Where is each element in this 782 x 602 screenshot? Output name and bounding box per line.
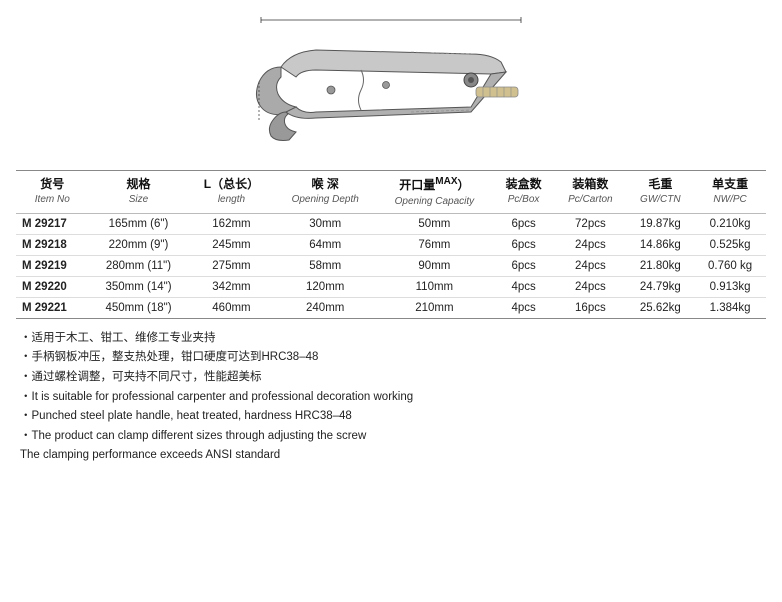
table-section: 货号 Item No 规格 Size L（总长） length 喉 深 Open… (16, 170, 766, 319)
col-sub-length: length (218, 194, 245, 205)
cell-pcbox: 4pcs (493, 276, 554, 297)
cell-size: 220mm (9") (89, 234, 189, 255)
cell-pcbox: 6pcs (493, 213, 554, 234)
cell-pccarton: 24pcs (554, 234, 626, 255)
col-main-capacity: 开口量MAX） (399, 178, 469, 192)
col-header-capacity: 开口量MAX） Opening Capacity (376, 171, 493, 214)
cell-size: 165mm (6") (89, 213, 189, 234)
col-header-nw: 单支重 NW/PC (694, 171, 766, 214)
col-main-item: 货号 (40, 177, 64, 191)
cell-length: 460mm (188, 297, 274, 318)
feature-line: It is suitable for professional carpente… (16, 388, 766, 408)
col-main-pcbox: 装盒数 (506, 177, 542, 191)
features-section: 适用于木工、钳工、维修工专业夹持手柄钢板冲压，整支热处理，钳口硬度可达到HRC3… (16, 329, 766, 466)
diagram-image (231, 12, 551, 152)
cell-depth: 64mm (275, 234, 376, 255)
col-sub-size: Size (129, 194, 148, 205)
col-main-depth: 喉 深 (312, 177, 339, 191)
col-sub-pcbox: Pc/Box (508, 194, 540, 205)
col-header-depth: 喉 深 Opening Depth (275, 171, 376, 214)
feature-line: 通过螺栓调整，可夹持不同尺寸，性能超美标 (16, 368, 766, 388)
col-main-size: 规格 (126, 177, 150, 191)
cell-depth: 120mm (275, 276, 376, 297)
table-row: M 29220 350mm (14") 342mm 120mm 110mm 4p… (16, 276, 766, 297)
table-row: M 29221 450mm (18") 460mm 240mm 210mm 4p… (16, 297, 766, 318)
col-sub-item: Item No (35, 194, 70, 205)
col-header-size: 规格 Size (89, 171, 189, 214)
col-header-gw: 毛重 GW/CTN (626, 171, 694, 214)
cell-nw: 0.210kg (694, 213, 766, 234)
cell-nw: 0.913kg (694, 276, 766, 297)
cell-depth: 240mm (275, 297, 376, 318)
cell-item: M 29218 (16, 234, 89, 255)
col-main-pccarton: 装箱数 (572, 177, 608, 191)
col-header-pccarton: 装箱数 Pc/Carton (554, 171, 626, 214)
feature-line: 手柄钢板冲压，整支热处理，钳口硬度可达到HRC38–48 (16, 348, 766, 368)
cell-pcbox: 6pcs (493, 255, 554, 276)
table-row: M 29218 220mm (9") 245mm 64mm 76mm 6pcs … (16, 234, 766, 255)
cell-pcbox: 4pcs (493, 297, 554, 318)
feature-line: 适用于木工、钳工、维修工专业夹持 (16, 329, 766, 349)
col-sub-depth: Opening Depth (292, 194, 359, 205)
cell-size: 450mm (18") (89, 297, 189, 318)
col-header-length: L（总长） length (188, 171, 274, 214)
cell-pcbox: 6pcs (493, 234, 554, 255)
cell-item: M 29221 (16, 297, 89, 318)
cell-item: M 29217 (16, 213, 89, 234)
feature-line: The product can clamp different sizes th… (16, 427, 766, 447)
feature-line: The clamping performance exceeds ANSI st… (16, 446, 766, 466)
cell-capacity: 110mm (376, 276, 493, 297)
cell-length: 342mm (188, 276, 274, 297)
cell-size: 350mm (14") (89, 276, 189, 297)
cell-depth: 30mm (275, 213, 376, 234)
cell-pccarton: 16pcs (554, 297, 626, 318)
cell-gw: 25.62kg (626, 297, 694, 318)
table-row: M 29217 165mm (6") 162mm 30mm 50mm 6pcs … (16, 213, 766, 234)
cell-gw: 14.86kg (626, 234, 694, 255)
feature-line: Punched steel plate handle, heat treated… (16, 407, 766, 427)
col-sub-nw: NW/PC (713, 194, 746, 205)
cell-nw: 0.525kg (694, 234, 766, 255)
col-main-nw: 单支重 (712, 177, 748, 191)
specs-table: 货号 Item No 规格 Size L（总长） length 喉 深 Open… (16, 170, 766, 319)
cell-item: M 29220 (16, 276, 89, 297)
cell-capacity: 90mm (376, 255, 493, 276)
cell-capacity: 76mm (376, 234, 493, 255)
cell-length: 275mm (188, 255, 274, 276)
col-sub-pccarton: Pc/Carton (568, 194, 612, 205)
col-main-length: L（总长） (204, 177, 259, 191)
cell-size: 280mm (11") (89, 255, 189, 276)
table-row: M 29219 280mm (11") 275mm 58mm 90mm 6pcs… (16, 255, 766, 276)
cell-length: 245mm (188, 234, 274, 255)
cell-nw: 0.760 kg (694, 255, 766, 276)
page: 货号 Item No 规格 Size L（总长） length 喉 深 Open… (0, 0, 782, 602)
table-header-row: 货号 Item No 规格 Size L（总长） length 喉 深 Open… (16, 171, 766, 214)
cell-pccarton: 72pcs (554, 213, 626, 234)
cell-pccarton: 24pcs (554, 276, 626, 297)
cell-gw: 24.79kg (626, 276, 694, 297)
col-header-item: 货号 Item No (16, 171, 89, 214)
cell-gw: 21.80kg (626, 255, 694, 276)
cell-capacity: 210mm (376, 297, 493, 318)
cell-length: 162mm (188, 213, 274, 234)
diagram-section (16, 10, 766, 152)
col-main-gw: 毛重 (648, 177, 672, 191)
cell-pccarton: 24pcs (554, 255, 626, 276)
diagram-wrapper (231, 10, 551, 152)
col-sub-gw: GW/CTN (640, 194, 681, 205)
cell-item: M 29219 (16, 255, 89, 276)
col-header-pcbox: 装盒数 Pc/Box (493, 171, 554, 214)
cell-capacity: 50mm (376, 213, 493, 234)
col-sub-capacity: Opening Capacity (395, 196, 475, 207)
cell-nw: 1.384kg (694, 297, 766, 318)
cell-gw: 19.87kg (626, 213, 694, 234)
cell-depth: 58mm (275, 255, 376, 276)
